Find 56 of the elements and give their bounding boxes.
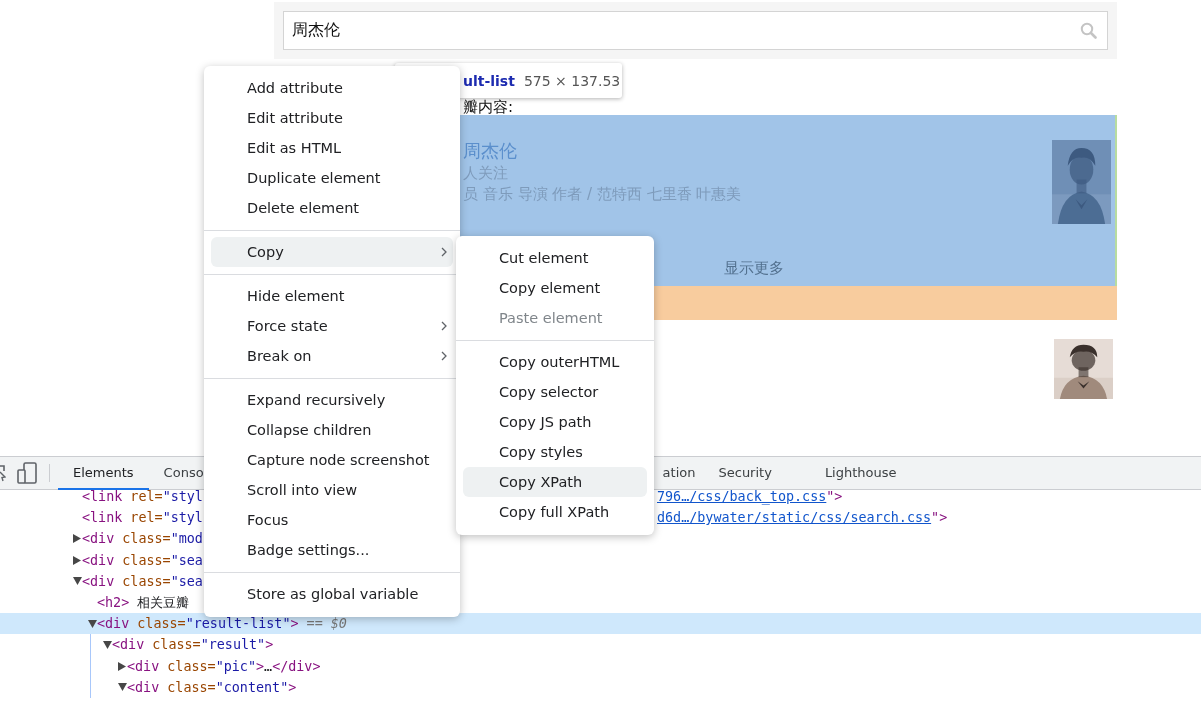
menu-item[interactable]: Collapse children xyxy=(211,415,453,445)
menu-item[interactable]: Focus xyxy=(211,505,453,535)
code-line: <link rel="styl xyxy=(82,510,203,526)
expanded-triangle-icon[interactable] xyxy=(72,577,82,586)
code-line: <div class="pic">…</div> xyxy=(127,658,321,674)
menu-item[interactable]: Copy styles xyxy=(463,437,647,467)
menu-item[interactable]: Badge settings... xyxy=(211,535,453,565)
menu-item[interactable]: Add attribute xyxy=(211,73,453,103)
expanded-triangle-icon[interactable] xyxy=(102,640,112,649)
collapsed-triangle-icon[interactable] xyxy=(118,661,126,671)
code-line: <h2> 相关豆瓣 xyxy=(97,593,190,612)
expanded-triangle-icon[interactable] xyxy=(117,683,127,692)
stylesheet-link[interactable]: d6d…/bywater/static/css/search.css xyxy=(657,510,932,526)
element-size: 575 × 137.53 xyxy=(523,72,621,89)
menu-item[interactable]: Copy xyxy=(211,237,453,267)
menu-item[interactable]: Capture node screenshot xyxy=(211,445,453,475)
code-line: <div class="mod xyxy=(82,531,203,547)
menu-item[interactable]: Copy outerHTML xyxy=(463,347,647,377)
menu-item[interactable]: Break on xyxy=(211,341,453,371)
menu-item[interactable]: Edit as HTML xyxy=(211,133,453,163)
menu-item[interactable]: Edit attribute xyxy=(211,103,453,133)
devtools-tab[interactable]: Security xyxy=(703,457,810,490)
expanded-triangle-icon[interactable] xyxy=(87,619,97,628)
menu-item[interactable]: Copy element xyxy=(463,273,647,303)
search-field[interactable]: 周杰伦 xyxy=(283,11,1108,50)
devtools-tab[interactable]: Lighthouse xyxy=(809,457,912,490)
menu-item[interactable]: Force state xyxy=(211,311,453,341)
code-line: d6d…/bywater/static/css/search.css"> xyxy=(657,510,948,526)
menu-item[interactable]: Delete element xyxy=(211,193,453,223)
inspect-icon[interactable] xyxy=(0,464,6,482)
collapsed-triangle-icon[interactable] xyxy=(73,555,81,565)
collapsed-triangle-icon[interactable] xyxy=(73,534,81,544)
code-line: <div class="sea xyxy=(82,573,203,589)
menu-item[interactable]: Expand recursively xyxy=(211,385,453,415)
menu-item[interactable]: Duplicate element xyxy=(211,163,453,193)
code-line: 796…/css/back_top.css"> xyxy=(657,490,843,505)
menu-item[interactable]: Store as global variable xyxy=(211,579,453,609)
menu-item[interactable]: Copy selector xyxy=(463,377,647,407)
menu-item[interactable]: Hide element xyxy=(211,281,453,311)
code-line: <div class="result"> xyxy=(112,637,274,653)
code-line: <div class="result-list"> == $0 xyxy=(97,616,347,632)
section-heading: 瓣内容: xyxy=(463,99,515,115)
menu-item[interactable]: Cut element xyxy=(463,243,647,273)
element-selector: ult-list xyxy=(463,72,515,89)
menu-item[interactable]: Scroll into view xyxy=(211,475,453,505)
device-toolbar-icon[interactable] xyxy=(17,462,37,484)
devtools-tab[interactable]: ation xyxy=(662,457,704,490)
menu-item[interactable]: Copy XPath xyxy=(463,467,647,497)
menu-item[interactable]: Copy JS path xyxy=(463,407,647,437)
code-line: <div class="content"> xyxy=(127,679,297,695)
code-line: <div class="sea xyxy=(82,552,203,568)
devtools-tab[interactable]: Elements xyxy=(58,457,149,490)
code-line: <link rel="styl xyxy=(82,490,203,505)
menu-item[interactable]: Copy full XPath xyxy=(463,497,647,527)
devtools-tab[interactable]: Conso xyxy=(148,457,204,490)
stylesheet-link[interactable]: 796…/css/back_top.css xyxy=(657,490,827,505)
